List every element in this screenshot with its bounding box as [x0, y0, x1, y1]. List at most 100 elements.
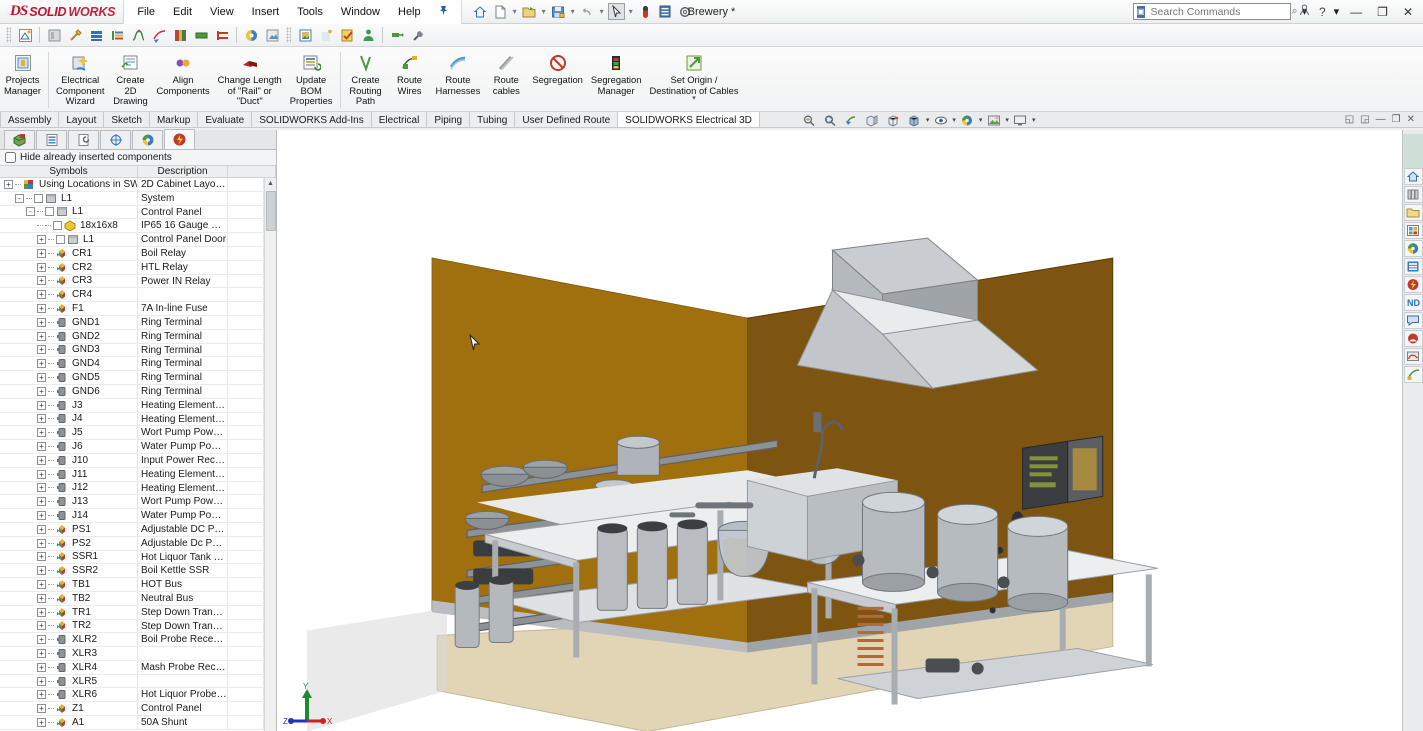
tree-row-symbol-cell[interactable]: + F1	[0, 302, 138, 315]
tree-row-symbol-cell[interactable]: + GND1	[0, 315, 138, 329]
sketch-icon[interactable]	[15, 26, 35, 45]
tree-row-symbol-cell[interactable]: + XLR3	[0, 647, 138, 660]
toolbar-grip[interactable]	[6, 27, 11, 43]
user-group-icon[interactable]	[358, 26, 378, 45]
design-library-icon[interactable]	[1403, 186, 1423, 203]
expand-node-icon[interactable]: +	[37, 359, 46, 369]
tree-row-symbol-cell[interactable]: + TR2	[0, 619, 138, 633]
tab-electrical[interactable]: Electrical	[371, 112, 428, 127]
ribbon-update-bom-properties[interactable]: Update BOM Properties	[286, 50, 337, 110]
undo-icon[interactable]	[579, 3, 596, 20]
tree-row[interactable]: + J14 Water Pump Power ...	[0, 509, 264, 523]
expand-node-icon[interactable]: +	[37, 235, 46, 245]
feature-manager-tab[interactable]	[4, 130, 35, 149]
tree-row[interactable]: + CR2 HTL Relay	[0, 260, 264, 275]
electrical-manager-tab[interactable]	[164, 129, 195, 149]
tree-row[interactable]: + GND2 Ring Terminal	[0, 329, 264, 344]
minimize-window-icon[interactable]: —	[1376, 114, 1386, 125]
property-manager-tab[interactable]	[36, 130, 67, 149]
tree-row[interactable]: + TB2 Neutral Bus	[0, 591, 264, 606]
new-document-icon[interactable]	[492, 3, 509, 20]
tree-row[interactable]: + GND3 Ring Terminal	[0, 343, 264, 358]
tree-row[interactable]: + Z1 Control Panel	[0, 702, 264, 717]
tree-row[interactable]: + PS1 Adjustable DC Powe...	[0, 522, 264, 537]
expand-node-icon[interactable]: +	[37, 704, 46, 714]
tab-tubing[interactable]: Tubing	[470, 112, 516, 127]
tree-row-checkbox[interactable]	[53, 221, 62, 231]
expand-node-icon[interactable]: +	[37, 442, 46, 452]
appearance-caret-icon[interactable]: ▾	[979, 116, 983, 124]
tab-layout[interactable]: Layout	[59, 112, 105, 127]
tools-wrench-icon[interactable]	[408, 26, 428, 45]
view-orientation-icon[interactable]	[884, 112, 903, 128]
sweep-icon[interactable]	[149, 26, 169, 45]
tree-row[interactable]: + XLR6 Hot Liquor Probe Re...	[0, 688, 264, 703]
tab-evaluate[interactable]: Evaluate	[198, 112, 253, 127]
expand-node-icon[interactable]: +	[37, 414, 46, 424]
3dexperience-home-icon[interactable]	[1403, 168, 1423, 185]
tree-row[interactable]: + XLR5	[0, 674, 264, 689]
help-dropdown-caret[interactable]: ▾	[1334, 5, 1340, 18]
tree-row-symbol-cell[interactable]: + J12	[0, 481, 138, 495]
tree-row-symbol-cell[interactable]: + XLR4	[0, 660, 138, 674]
tree-row[interactable]: + GND1 Ring Terminal	[0, 315, 264, 330]
expand-node-icon[interactable]: +	[37, 290, 46, 300]
appearance-icon[interactable]	[241, 26, 261, 45]
tree-row-symbol-cell[interactable]: + CR4	[0, 288, 138, 302]
restore-button[interactable]: ❐	[1373, 5, 1392, 19]
hide-show-items-icon[interactable]	[931, 112, 950, 128]
tree-row-checkbox[interactable]	[56, 235, 65, 245]
open-document-icon[interactable]	[521, 3, 538, 20]
tab-sketch[interactable]: Sketch	[104, 112, 150, 127]
expand-node-icon[interactable]: +	[37, 483, 46, 493]
expand-node-icon[interactable]: +	[37, 455, 46, 465]
section-view-icon[interactable]	[863, 112, 882, 128]
tree-row[interactable]: + CR4	[0, 288, 264, 303]
tree-row[interactable]: + J4 Heating Element - ...	[0, 412, 264, 427]
tree-row-symbol-cell[interactable]: + J5	[0, 426, 138, 440]
help-question-icon[interactable]: ?	[1318, 5, 1327, 19]
tree-row-symbol-cell[interactable]: - L1	[0, 205, 138, 219]
tree-row-symbol-cell[interactable]: + J13	[0, 495, 138, 509]
expand-node-icon[interactable]: +	[37, 566, 46, 576]
green-flow-icon[interactable]	[387, 26, 407, 45]
close-window-icon[interactable]: ✕	[1407, 114, 1415, 125]
tree-row-symbol-cell[interactable]: + Using Locations in SWE	[0, 178, 138, 191]
custom-properties-icon[interactable]	[1403, 258, 1423, 275]
routing-library-icon[interactable]	[1403, 366, 1423, 383]
save-dropdown-caret[interactable]: ▾	[570, 7, 576, 16]
configuration-icon[interactable]	[316, 26, 336, 45]
comments-icon[interactable]	[1403, 312, 1423, 329]
tab-solidworks-electrical-3d[interactable]: SOLIDWORKS Electrical 3D	[618, 112, 760, 127]
photoview-icon[interactable]	[262, 26, 282, 45]
ribbon-projects-manager[interactable]: Projects Manager	[0, 50, 45, 110]
tree-row-symbol-cell[interactable]: + PS2	[0, 536, 138, 550]
zoom-to-fit-icon[interactable]	[800, 112, 819, 128]
ribbon-align-components[interactable]: Align Components	[152, 50, 213, 110]
expand-node-icon[interactable]: +	[37, 386, 46, 396]
tree-row[interactable]: + SSR2 Boil Kettle SSR	[0, 564, 264, 579]
tree-row[interactable]: + J6 Water Pump Power	[0, 440, 264, 454]
expand-node-icon[interactable]: +	[37, 621, 46, 631]
expand-node-icon[interactable]: +	[37, 248, 46, 258]
home-icon[interactable]	[472, 3, 489, 20]
expand-node-icon[interactable]: +	[37, 497, 46, 507]
tree-row[interactable]: + SSR1 Hot Liquor Tank SSR	[0, 550, 264, 565]
assembly-visualization-icon[interactable]	[44, 26, 64, 45]
expand-node-icon[interactable]: +	[37, 593, 46, 603]
expand-node-icon[interactable]: +	[37, 552, 46, 562]
ribbon-route-harnesses[interactable]: Route Harnesses	[432, 50, 485, 110]
file-explorer-icon[interactable]	[1403, 204, 1423, 221]
display-style-icon[interactable]	[905, 112, 924, 128]
tree-row-symbol-cell[interactable]: + J10	[0, 453, 138, 467]
red-bar-icon[interactable]	[212, 26, 232, 45]
ribbon-change-length[interactable]: Change Length of "Rail" or "Duct"	[214, 50, 286, 110]
pin-icon[interactable]	[430, 5, 457, 19]
expand-node-icon[interactable]: +	[37, 345, 46, 355]
tree-row-symbol-cell[interactable]: 18x16x8	[0, 219, 138, 233]
tree-row[interactable]: - L1 Control Panel	[0, 205, 264, 220]
tree-row-symbol-cell[interactable]: + L1	[0, 233, 138, 246]
tree-vertical-scrollbar[interactable]: ▲	[264, 178, 276, 731]
tree-row-symbol-cell[interactable]: + GND6	[0, 384, 138, 398]
ribbon-route-cables[interactable]: Route cables	[484, 50, 528, 110]
